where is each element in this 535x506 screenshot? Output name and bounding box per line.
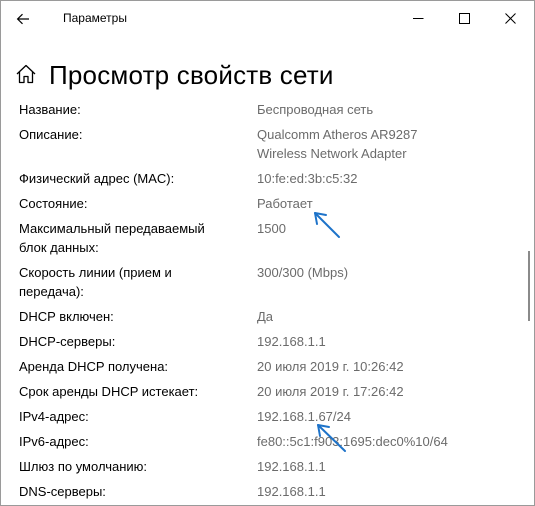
property-label-ipv6: IPv6-адрес: bbox=[19, 434, 89, 449]
property-value-lease-expires: 20 июля 2019 г. 17:26:42 bbox=[257, 384, 404, 399]
property-label-ipv4: IPv4-адрес: bbox=[19, 409, 89, 424]
property-label-mtu: Максимальный передаваемый bbox=[19, 221, 205, 236]
property-value-gateway: 192.168.1.1 bbox=[257, 459, 326, 474]
property-value-speed: 300/300 (Mbps) bbox=[257, 265, 349, 280]
property-value-mtu: 1500 bbox=[257, 221, 286, 236]
maximize-icon bbox=[458, 12, 470, 24]
property-value-lease-obtained: 20 июля 2019 г. 10:26:42 bbox=[257, 359, 404, 374]
settings-window: Параметры Просмотр свойств сети Название… bbox=[0, 0, 535, 506]
home-icon[interactable] bbox=[15, 63, 39, 87]
title-bar: Параметры bbox=[1, 1, 534, 37]
property-label-mtu-line2: блок данных: bbox=[19, 240, 99, 255]
property-label-speed-line2: передача): bbox=[19, 284, 84, 299]
property-label-name: Название: bbox=[19, 102, 81, 117]
property-value-dhcp-enabled: Да bbox=[257, 309, 274, 324]
close-icon bbox=[504, 12, 516, 24]
minimize-icon bbox=[412, 17, 423, 19]
scrollbar-thumb[interactable] bbox=[528, 251, 530, 321]
property-label-gateway: Шлюз по умолчанию: bbox=[19, 459, 148, 474]
property-label-state: Состояние: bbox=[19, 196, 88, 211]
back-arrow-icon bbox=[16, 13, 29, 25]
property-value-dns: 192.168.1.1 bbox=[257, 484, 326, 499]
property-label-description: Описание: bbox=[19, 127, 83, 142]
property-value-dhcp-servers: 192.168.1.1 bbox=[257, 334, 326, 349]
page-header: Просмотр свойств сети bbox=[15, 57, 334, 93]
property-value-mac: 10:fe:ed:3b:c5:32 bbox=[257, 171, 358, 186]
property-label-dns: DNS-серверы: bbox=[19, 484, 106, 499]
window-title: Параметры bbox=[63, 11, 127, 25]
page-title: Просмотр свойств сети bbox=[49, 59, 334, 90]
property-value-description: Qualcomm Atheros AR9287 bbox=[257, 127, 418, 142]
property-label-dhcp-enabled: DHCP включен: bbox=[19, 309, 114, 324]
property-value-state: Работает bbox=[257, 196, 313, 211]
property-label-dhcp-servers: DHCP-серверы: bbox=[19, 334, 116, 349]
property-label-mac: Физический адрес (MAC): bbox=[19, 171, 175, 186]
property-value-name: Беспроводная сеть bbox=[257, 102, 374, 117]
property-label-lease-expires: Срок аренды DHCP истекает: bbox=[19, 384, 199, 399]
maximize-button[interactable] bbox=[441, 1, 487, 35]
property-value-ipv6: fe80::5c1:f903:1695:dec0%10/64 bbox=[257, 434, 448, 449]
close-button[interactable] bbox=[487, 1, 533, 35]
property-value-description-line2: Wireless Network Adapter bbox=[257, 146, 407, 161]
minimize-button[interactable] bbox=[395, 1, 441, 35]
back-button[interactable] bbox=[7, 4, 39, 34]
property-label-lease-obtained: Аренда DHCP получена: bbox=[19, 359, 169, 374]
property-label-speed: Скорость линии (прием и bbox=[19, 265, 172, 280]
property-value-ipv4: 192.168.1.67/24 bbox=[257, 409, 351, 424]
